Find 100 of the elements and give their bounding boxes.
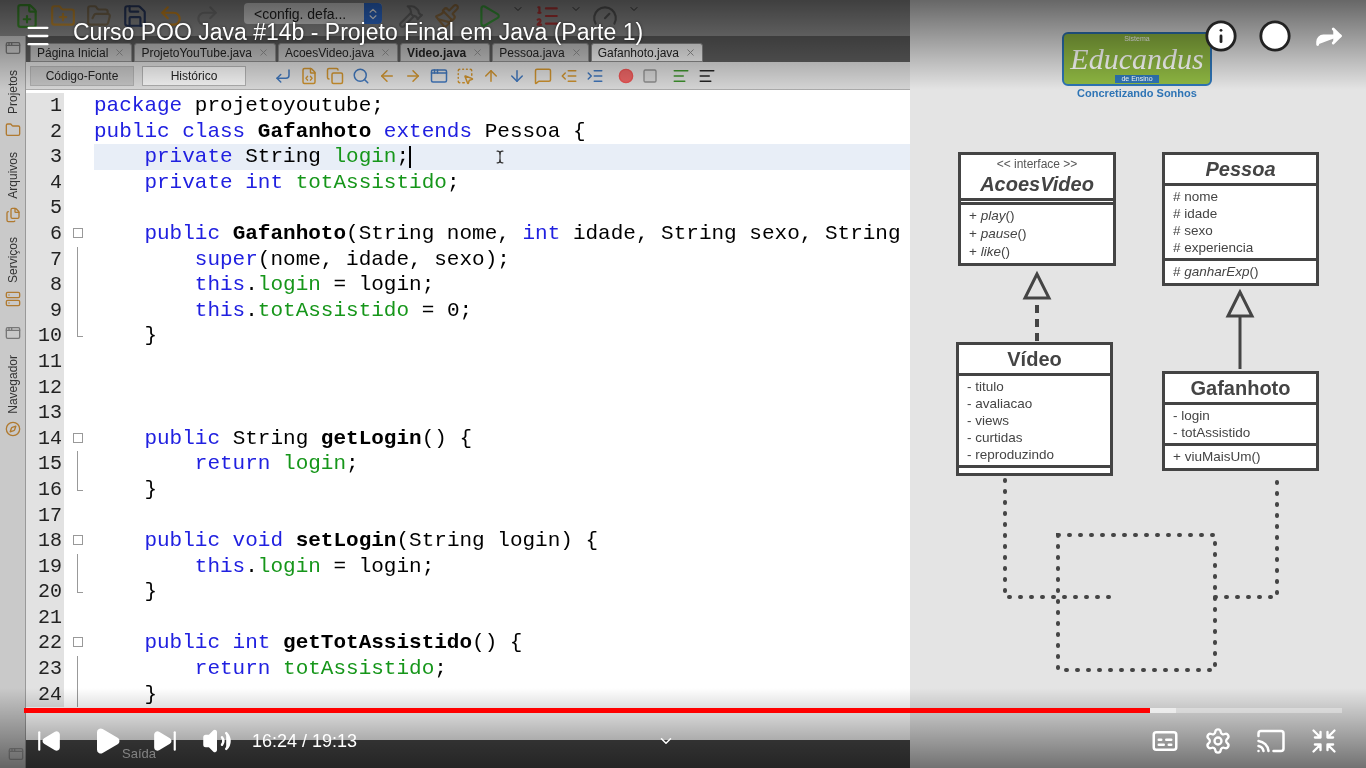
files-icon: [4, 206, 21, 223]
window-icon[interactable]: [430, 66, 448, 85]
code-line: }: [143, 323, 157, 349]
fold-icon[interactable]: [73, 637, 83, 648]
file-icon[interactable]: [300, 66, 318, 85]
close-icon[interactable]: [685, 47, 697, 58]
class-attribute: # sexo: [1173, 222, 1214, 239]
fold-end: [77, 476, 83, 491]
previous-icon[interactable]: [36, 728, 62, 754]
line-number: 22: [26, 630, 64, 657]
line-number: 9: [26, 297, 64, 324]
line-number: 18: [26, 528, 64, 554]
code-line: }: [143, 476, 157, 503]
class-attribute: - reproduzindo: [967, 446, 1056, 463]
settings-icon[interactable]: [1204, 727, 1232, 755]
code-line: public class Gafanhoto extends Pessoa {: [94, 118, 586, 145]
line-number: 2: [26, 118, 64, 145]
line-number: 10: [26, 323, 64, 349]
info-icon[interactable]: [1204, 19, 1238, 53]
output-tab[interactable]: Saída: [122, 744, 156, 764]
text-caret: [409, 146, 412, 168]
close-icon[interactable]: [114, 47, 126, 58]
sidebar-tab[interactable]: Arquivos: [3, 152, 22, 199]
restore-icon[interactable]: [4, 40, 21, 56]
mode-button[interactable]: Histórico: [142, 65, 246, 86]
class-name: Vídeo: [1007, 347, 1062, 371]
line-number: 12: [26, 374, 64, 401]
record-icon[interactable]: [618, 67, 634, 84]
fold-end: [77, 579, 83, 594]
copy-icon[interactable]: [326, 66, 344, 85]
stop-icon[interactable]: [642, 67, 658, 84]
line-number: 3: [26, 144, 64, 170]
code-line: private int totAssistido;: [143, 169, 460, 196]
back-icon[interactable]: [274, 66, 292, 85]
class-attribute: - titulo: [967, 378, 1005, 395]
folder-icon: [4, 122, 21, 139]
line-number: 4: [26, 169, 64, 196]
line-number: 6: [26, 220, 64, 247]
line-number: 13: [26, 400, 64, 426]
mode-button[interactable]: Código-Fonte: [30, 65, 134, 86]
fold-line: [77, 451, 78, 477]
class-name: Gafanhoto: [1190, 376, 1291, 400]
compass-icon: [4, 421, 21, 438]
sidebar-tab[interactable]: Projetos: [3, 70, 22, 115]
line-number: 16: [26, 476, 64, 503]
sidebar-tab[interactable]: Serviços: [3, 236, 22, 283]
selection-icon[interactable]: [456, 66, 474, 85]
stereotype-label: << interface >>: [996, 157, 1078, 172]
restore-icon[interactable]: [4, 324, 21, 341]
close-icon[interactable]: [380, 47, 392, 58]
class-attribute: - login: [1173, 407, 1211, 424]
line-number: 23: [26, 656, 64, 682]
class-attribute: - curtidas: [967, 429, 1024, 446]
line-number: 24: [26, 681, 64, 708]
search-icon[interactable]: [352, 66, 370, 85]
close-icon[interactable]: [257, 47, 269, 58]
class-method: + play(): [969, 207, 1016, 225]
code-line: this.login = login;: [193, 272, 435, 298]
close-icon[interactable]: [570, 47, 582, 58]
close-icon[interactable]: [472, 47, 484, 58]
fold-icon[interactable]: [73, 432, 83, 443]
code-line: public String getLogin() {: [143, 425, 473, 452]
class-method: # ganharExp(): [1173, 263, 1260, 281]
class-attribute: # idade: [1173, 205, 1219, 222]
class-method: + viuMaisUm(): [1173, 448, 1262, 466]
line-number: 17: [26, 502, 64, 529]
fold-icon[interactable]: [73, 227, 83, 238]
fold-icon[interactable]: [73, 535, 83, 546]
class-method: + pause(): [969, 225, 1028, 243]
restore-icon[interactable]: [8, 746, 24, 762]
line-number: 21: [26, 604, 64, 631]
code-line: return totAssistido;: [193, 656, 447, 682]
code-line: }: [143, 681, 157, 708]
class-attribute: - totAssistido: [1173, 424, 1252, 441]
line-number: 7: [26, 246, 64, 273]
server-icon: [4, 290, 21, 307]
line-number: 8: [26, 272, 64, 298]
file-tab[interactable]: Página Inicial: [30, 43, 133, 62]
code-line: }: [143, 579, 157, 605]
fold-end: [77, 323, 83, 338]
code-line: this.totAssistido = 0;: [193, 297, 473, 324]
line-number: 11: [26, 348, 64, 375]
logo-wordmark: Educandus: [1070, 43, 1204, 75]
fold-line: [77, 553, 78, 580]
file-tab[interactable]: ProjetoYouTube.java: [134, 43, 276, 62]
code-line: private String login;: [143, 144, 410, 170]
code-line: public int getTotAssistido() {: [143, 630, 523, 657]
code-line: public Gafanhoto(String nome, int idade, String sexo, String: [143, 220, 901, 247]
class-attribute: # experiencia: [1173, 239, 1255, 256]
code-line: package projetoyoutube;: [94, 93, 384, 119]
file-tab[interactable]: Video.java: [400, 43, 491, 62]
class-name: AcoesVideo: [980, 172, 1094, 196]
new-file-icon[interactable]: [14, 3, 40, 29]
sidebar-tab[interactable]: Navegador: [3, 354, 22, 414]
line-number: 1: [26, 93, 64, 119]
logo-slogan: Concretizando Sonhos: [1077, 86, 1197, 100]
class-attribute: - avaliacao: [967, 395, 1034, 412]
exit-fullscreen-icon[interactable]: [1310, 727, 1338, 755]
class-method: + like(): [969, 243, 1011, 261]
code-line: public void setLogin(String login) {: [143, 528, 599, 554]
